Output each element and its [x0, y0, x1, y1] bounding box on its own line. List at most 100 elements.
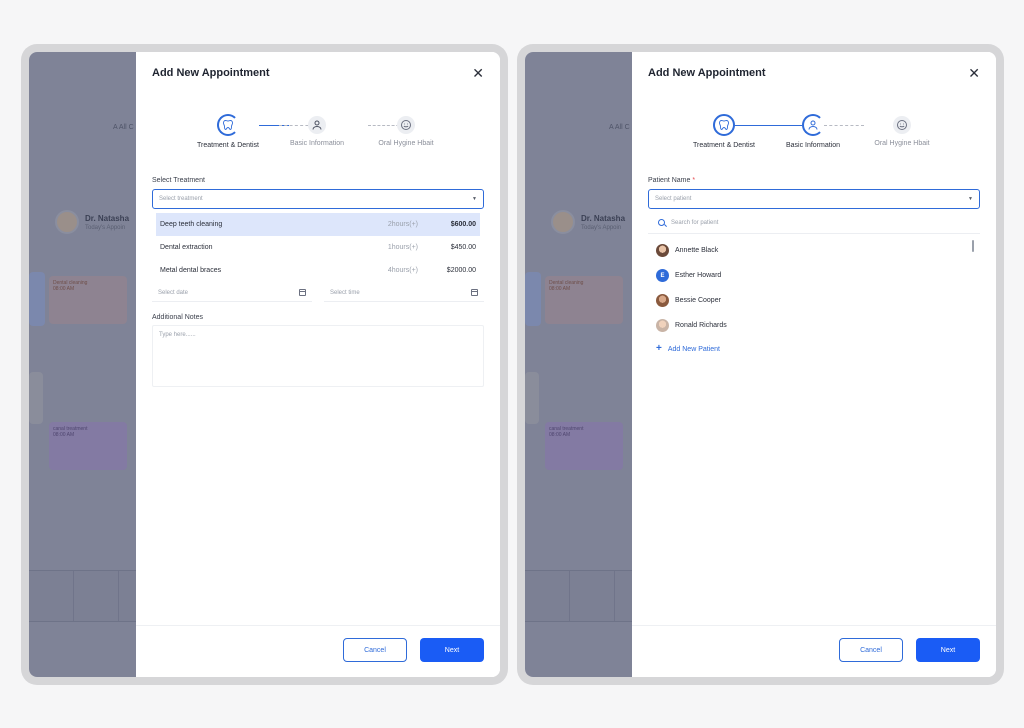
- treatment-select[interactable]: Select treatment ▼: [152, 189, 484, 209]
- avatar: [656, 244, 669, 257]
- treatment-option[interactable]: Metal dental braces 4hours(+) $2000.00: [156, 259, 480, 282]
- calendar-icon: [471, 289, 478, 296]
- step-oral-hygiene[interactable]: Oral Hygine Hbait: [361, 114, 451, 147]
- notes-textarea[interactable]: Type here......: [152, 325, 484, 387]
- background-app: A All C Dr. Natasha Today's Appoin Denta…: [525, 52, 632, 677]
- step-treatment[interactable]: Treatment & Dentist: [679, 114, 769, 149]
- screen-frame-treatment: A All C Dr. Natasha Today's Appoin Denta…: [21, 44, 508, 685]
- add-patient-button[interactable]: + Add New Patient: [656, 344, 720, 354]
- bg-card-canal: canal treatment 08:00 AM: [49, 422, 127, 470]
- step-label: Treatment & Dentist: [693, 142, 755, 149]
- step-label: Treatment & Dentist: [197, 142, 259, 149]
- treatment-name: Deep teeth cleaning: [160, 221, 223, 228]
- patient-search-input[interactable]: Search for patient: [648, 212, 980, 234]
- bg-calendar-grid: [525, 570, 632, 622]
- smile-icon: [397, 116, 415, 134]
- patient-select-placeholder: Select patient: [655, 196, 692, 202]
- cancel-button[interactable]: Cancel: [839, 638, 903, 662]
- bg-card-dental-cleaning: Dental cleaning 08:00 AM: [545, 276, 623, 324]
- treatment-option[interactable]: Deep teeth cleaning 2hours(+) $600.00: [156, 213, 480, 236]
- patient-name: Ronald Richards: [675, 322, 727, 329]
- date-picker[interactable]: Select date: [152, 284, 312, 302]
- background-app: A All C Dr. Natasha Today's Appoin Denta…: [29, 52, 136, 677]
- add-patient-label: Add New Patient: [667, 345, 720, 353]
- tooth-icon: [217, 114, 239, 136]
- treatment-duration: 1hours(+): [387, 244, 418, 251]
- avatar: [656, 294, 669, 307]
- patient-item[interactable]: Ronald Richards: [656, 313, 976, 338]
- treatment-price: $2000.00: [446, 267, 476, 274]
- bg-card-time: 08:00 AM: [53, 432, 75, 438]
- modal-header: Add New Appointment ✕: [648, 66, 980, 80]
- bg-card-time: 08:00 AM: [549, 286, 571, 292]
- bg-card-canal: canal treatment 08:00 AM: [545, 422, 623, 470]
- patient-item[interactable]: Annette Black: [656, 238, 976, 263]
- step-basic-info[interactable]: Basic Information: [272, 114, 362, 147]
- search-icon: [658, 219, 665, 226]
- stepper: Treatment & Dentist Basic Information Or…: [136, 114, 500, 154]
- step-treatment[interactable]: Treatment & Dentist: [183, 114, 273, 149]
- patient-list: Annette Black E Esther Howard Bessie Coo…: [656, 238, 976, 338]
- treatment-select-placeholder: Select treatment: [159, 196, 203, 202]
- modal-title: Add New Appointment: [648, 67, 766, 79]
- bg-search-text: A All C: [609, 124, 630, 131]
- bg-card-edge: [29, 372, 43, 424]
- screen-frame-basic-info: A All C Dr. Natasha Today's Appoin Denta…: [517, 44, 1004, 685]
- bg-card-edge: [525, 372, 539, 424]
- modal-footer: Cancel Next: [136, 625, 500, 677]
- patient-select[interactable]: Select patient ▼: [648, 189, 980, 209]
- step-label: Basic Information: [785, 142, 841, 149]
- tooth-icon: [713, 114, 735, 136]
- patient-name: Annette Black: [675, 247, 719, 254]
- bg-calendar-grid: [29, 570, 136, 622]
- cancel-button[interactable]: Cancel: [343, 638, 407, 662]
- modal-footer: Cancel Next: [632, 625, 996, 677]
- bg-doctor-name: Dr. Natasha: [85, 213, 130, 223]
- close-icon[interactable]: ✕: [968, 66, 980, 80]
- treatment-option[interactable]: Dental extraction 1hours(+) $450.00: [156, 236, 480, 259]
- treatment-duration: 2hours(+): [387, 221, 418, 228]
- smile-icon: [893, 116, 911, 134]
- bg-card-time: 08:00 AM: [53, 286, 75, 292]
- bg-card-dental-cleaning: Dental cleaning 08:00 AM: [49, 276, 127, 324]
- screen: A All C Dr. Natasha Today's Appoin Denta…: [525, 52, 996, 677]
- bg-doctor-sub: Today's Appoin: [85, 224, 126, 231]
- chevron-down-icon: ▼: [968, 196, 973, 202]
- calendar-icon: [299, 289, 306, 296]
- bg-doctor: Dr. Natasha Today's Appoin: [551, 210, 625, 234]
- step-label: Oral Hygine Hbait: [378, 140, 434, 147]
- time-picker[interactable]: Select time: [324, 284, 484, 302]
- patient-item[interactable]: Bessie Cooper: [656, 288, 976, 313]
- bg-doctor-sub: Today's Appoin: [581, 224, 622, 231]
- step-basic-info[interactable]: Basic Information: [768, 114, 858, 149]
- date-time-row: Select date Select time: [152, 284, 484, 302]
- bg-card-edge: [525, 272, 541, 326]
- step-label: Basic Information: [289, 140, 345, 147]
- scrollbar[interactable]: [972, 240, 974, 252]
- next-button[interactable]: Next: [420, 638, 484, 662]
- chevron-down-icon: ▼: [472, 196, 477, 202]
- next-button[interactable]: Next: [916, 638, 980, 662]
- treatment-options: Deep teeth cleaning 2hours(+) $600.00 De…: [156, 213, 480, 282]
- notes-placeholder: Type here......: [159, 332, 196, 338]
- appointment-modal: Add New Appointment ✕ Treatment & Dentis…: [136, 52, 500, 677]
- patient-name: Bessie Cooper: [675, 297, 721, 304]
- patient-name-label: Patient Name *: [648, 177, 695, 184]
- patient-item[interactable]: E Esther Howard: [656, 263, 976, 288]
- required-mark: *: [692, 177, 696, 184]
- notes-label: Additional Notes: [152, 314, 203, 321]
- patient-name: Esther Howard: [675, 272, 722, 279]
- avatar: [551, 210, 575, 234]
- step-oral-hygiene[interactable]: Oral Hygine Hbait: [857, 114, 947, 147]
- bg-search-text: A All C: [113, 124, 134, 131]
- user-icon: [308, 116, 326, 134]
- patient-search-placeholder: Search for patient: [671, 219, 719, 226]
- close-icon[interactable]: ✕: [472, 66, 484, 80]
- modal-title: Add New Appointment: [152, 67, 270, 79]
- avatar: [656, 319, 669, 332]
- bg-card-edge: [29, 272, 45, 326]
- appointment-modal: Add New Appointment ✕ Treatment & Dentis…: [632, 52, 996, 677]
- stepper: Treatment & Dentist Basic Information Or…: [632, 114, 996, 154]
- avatar: [55, 210, 79, 234]
- modal-header: Add New Appointment ✕: [152, 66, 484, 80]
